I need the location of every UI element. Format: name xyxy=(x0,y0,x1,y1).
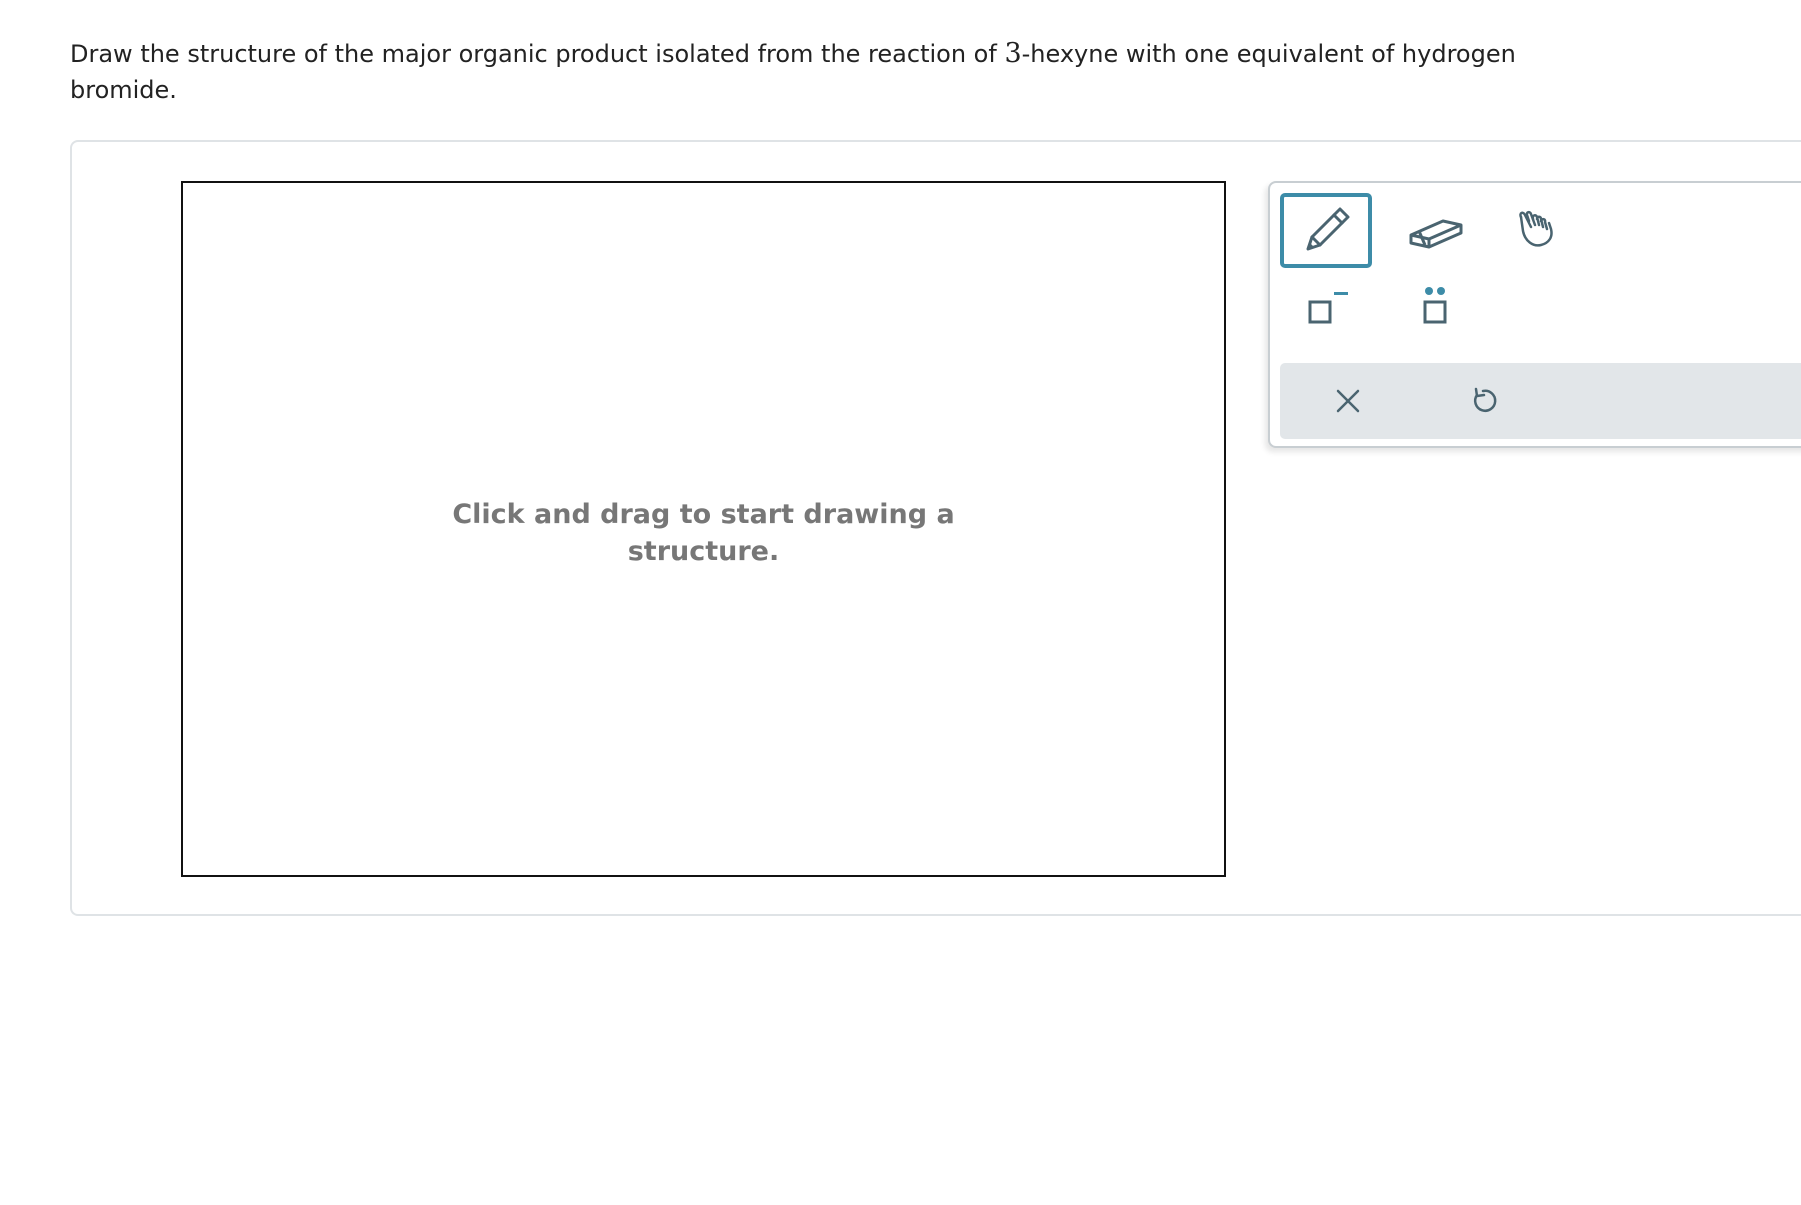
action-bar xyxy=(1280,363,1801,439)
drawing-canvas[interactable]: Click and drag to start drawing a struct… xyxy=(181,181,1226,877)
negative-charge-icon xyxy=(1308,291,1348,323)
hand-tool-button[interactable] xyxy=(1492,193,1582,268)
undo-button[interactable] xyxy=(1445,371,1520,431)
lone-pair-icon xyxy=(1423,286,1447,323)
hand-icon xyxy=(1519,210,1553,247)
lone-pair-tool-button[interactable] xyxy=(1390,275,1480,340)
drawing-toolbar xyxy=(1268,181,1801,448)
undo-icon xyxy=(1473,387,1496,412)
eraser-icon xyxy=(1409,219,1463,248)
x-icon xyxy=(1336,389,1359,413)
eraser-tool-button[interactable] xyxy=(1390,193,1480,268)
question-prompt: Draw the structure of the major organic … xyxy=(70,36,1570,108)
pencil-tool-button[interactable] xyxy=(1280,193,1372,268)
canvas-hint: Click and drag to start drawing a struct… xyxy=(452,499,955,567)
charge-tool-button[interactable] xyxy=(1280,275,1372,340)
question-text-before: Draw the structure of the major organic … xyxy=(70,40,1005,68)
question-number: 3 xyxy=(1004,38,1022,69)
clear-button[interactable] xyxy=(1310,371,1385,431)
pencil-icon xyxy=(1306,207,1350,250)
